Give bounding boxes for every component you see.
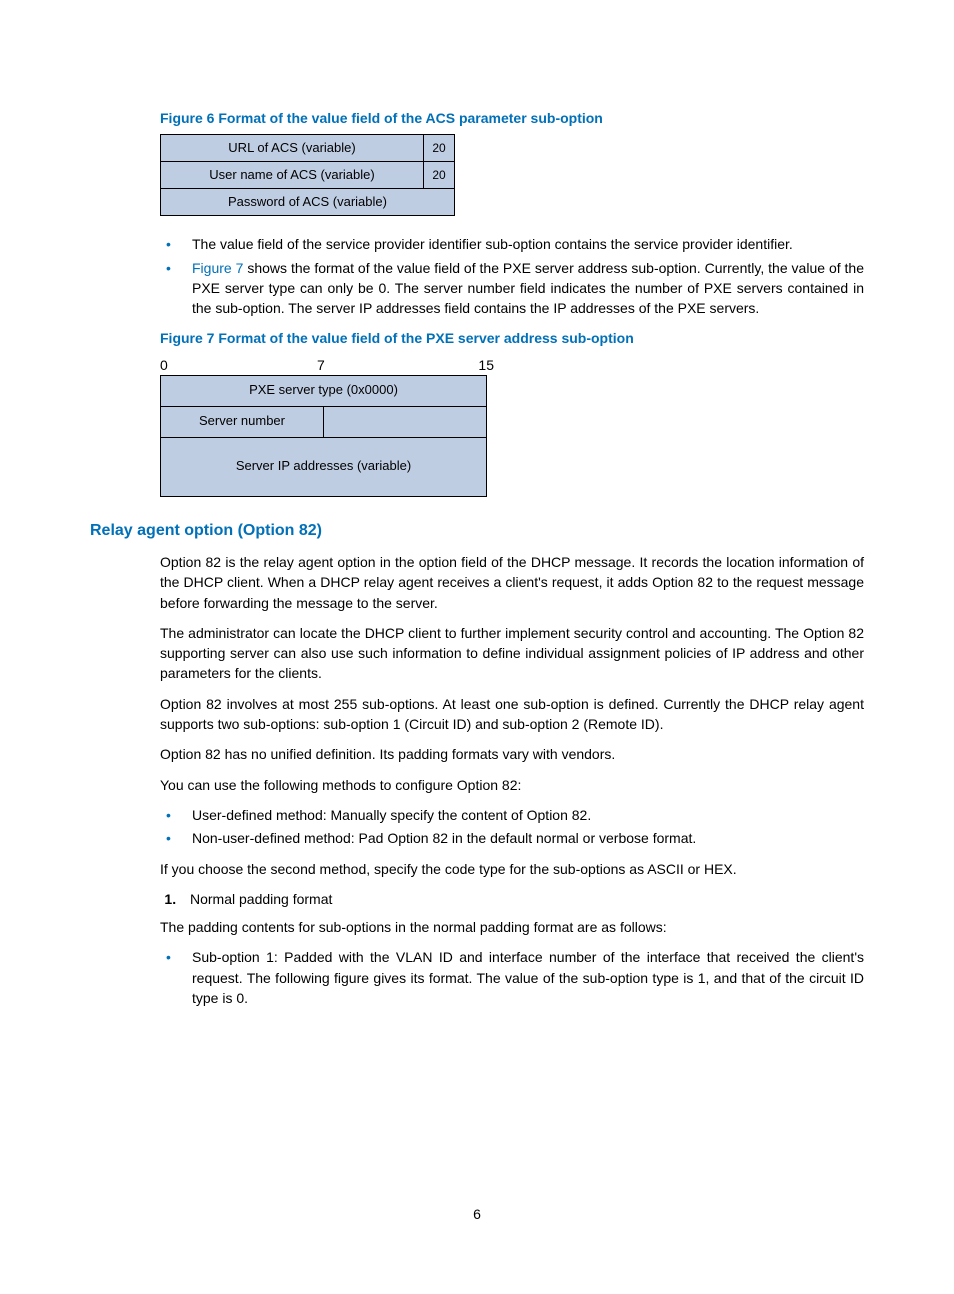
fig6-row2-tag: 20	[424, 162, 455, 189]
table-row: URL of ACS (variable) 20	[161, 135, 455, 162]
table-row: Server IP addresses (variable)	[161, 437, 487, 496]
list-item: The value field of the service provider …	[160, 234, 864, 254]
figure-7-link[interactable]: Figure 7	[192, 260, 243, 276]
fig6-row1-tag: 20	[424, 135, 455, 162]
numbered-list: Normal padding format	[160, 889, 864, 909]
paragraph: You can use the following methods to con…	[160, 775, 864, 795]
list-item: Non-user-defined method: Pad Option 82 i…	[160, 828, 864, 848]
fig7-row2-right	[324, 406, 487, 437]
table-row: PXE server type (0x0000)	[161, 375, 487, 406]
bullet-list: The value field of the service provider …	[160, 234, 864, 318]
table-row: Password of ACS (variable)	[161, 189, 455, 216]
section-title-relay-agent: Relay agent option (Option 82)	[90, 519, 864, 542]
list-item: User-defined method: Manually specify th…	[160, 805, 864, 825]
list-item: Sub-option 1: Padded with the VLAN ID an…	[160, 947, 864, 1008]
fig7-label-15: 15	[478, 355, 494, 375]
list-item: Normal padding format	[180, 889, 864, 909]
table-row: User name of ACS (variable) 20	[161, 162, 455, 189]
paragraph: If you choose the second method, specify…	[160, 859, 864, 879]
list-item-text: shows the format of the value field of t…	[192, 260, 864, 317]
fig6-row2-label: User name of ACS (variable)	[161, 162, 424, 189]
fig7-row3: Server IP addresses (variable)	[161, 437, 487, 496]
bullet-list: Sub-option 1: Padded with the VLAN ID an…	[160, 947, 864, 1008]
fig7-row2-left: Server number	[161, 406, 324, 437]
paragraph: The administrator can locate the DHCP cl…	[160, 623, 864, 684]
bullet-list: User-defined method: Manually specify th…	[160, 805, 864, 849]
figure-6-title: Figure 6 Format of the value field of th…	[160, 108, 864, 128]
figure-7-table: PXE server type (0x0000) Server number S…	[160, 375, 487, 497]
fig6-row1-label: URL of ACS (variable)	[161, 135, 424, 162]
paragraph: Option 82 is the relay agent option in t…	[160, 552, 864, 613]
figure-7-scale: 0 7 15	[160, 355, 490, 373]
table-row: Server number	[161, 406, 487, 437]
list-item: Figure 7 shows the format of the value f…	[160, 258, 864, 319]
paragraph: Option 82 involves at most 255 sub-optio…	[160, 694, 864, 735]
paragraph: The padding contents for sub-options in …	[90, 917, 864, 937]
figure-6-table: URL of ACS (variable) 20 User name of AC…	[160, 134, 455, 216]
fig7-label-7: 7	[317, 355, 325, 375]
figure-7-title: Figure 7 Format of the value field of th…	[160, 328, 864, 348]
paragraph: Option 82 has no unified definition. Its…	[160, 744, 864, 764]
fig7-label-0: 0	[160, 355, 168, 375]
fig7-row1: PXE server type (0x0000)	[161, 375, 487, 406]
fig6-row3-label: Password of ACS (variable)	[161, 189, 455, 216]
page-number: 6	[0, 1204, 954, 1224]
list-item-text: Normal padding format	[190, 891, 332, 907]
